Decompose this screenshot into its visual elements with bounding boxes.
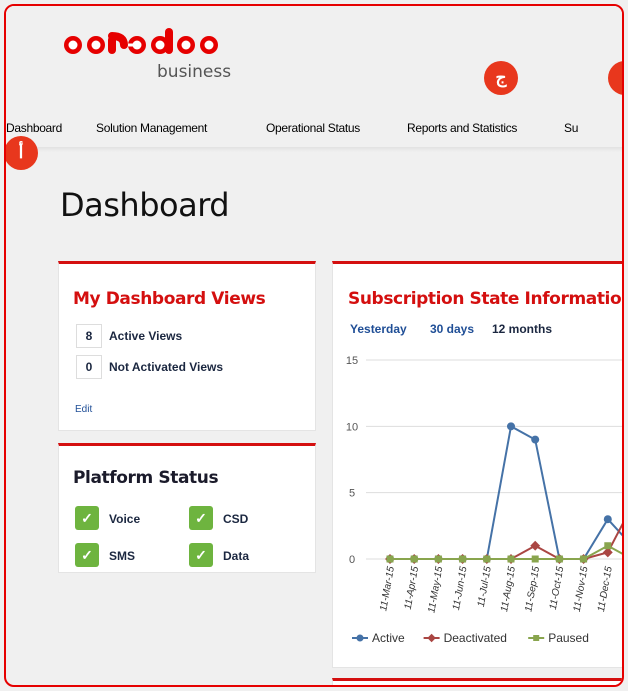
data-status-label: Data <box>223 549 250 563</box>
data-point <box>555 555 563 563</box>
data-point <box>507 555 515 563</box>
nav-solution-management[interactable]: Solution Management <box>96 121 207 135</box>
inactive-views-count: 0 <box>76 355 102 379</box>
data-point <box>410 555 418 563</box>
data-check-icon: ✓ <box>189 543 213 567</box>
subscription-chart-title: Subscription State Information <box>348 289 624 309</box>
data-point <box>434 555 442 563</box>
x-tick-label: 11-Jul-15 <box>476 565 494 608</box>
range-yesterday[interactable]: Yesterday <box>350 322 407 336</box>
data-point <box>531 435 540 444</box>
platform-status-panel: Platform Status ✓ Voice ✓ CSD ✓ SMS ✓ Da… <box>58 443 316 573</box>
sms-check-icon: ✓ <box>75 543 99 567</box>
x-tick-label: 11-Oct-15 <box>548 565 567 610</box>
voice-status-label: Voice <box>109 512 141 526</box>
nav-dashboard[interactable]: Dashboard <box>6 121 62 135</box>
x-tick-label: 11-Dec-15 <box>596 565 615 613</box>
x-tick-label: 11-Apr-15 <box>403 565 421 610</box>
subscription-line-chart: 0 5 10 15 11-Mar-15 11-Apr-15 11-May-15 11-Jun-… <box>346 355 624 645</box>
next-panel-edge <box>332 678 622 685</box>
header: business Dashboard Solution Management O… <box>6 6 622 152</box>
data-point <box>531 555 539 563</box>
callout-badge-partial <box>608 61 622 95</box>
edit-link[interactable]: Edit <box>75 404 92 415</box>
y-tick-label: 0 <box>349 554 355 566</box>
data-point <box>604 542 612 550</box>
x-tick-label: 11-Nov-15 <box>572 565 591 613</box>
range-30-days[interactable]: 30 days <box>430 322 474 336</box>
data-point <box>507 422 515 431</box>
voice-check-icon: ✓ <box>75 506 99 530</box>
ooredoo-logo[interactable]: business <box>55 28 235 82</box>
dashboard-views-title: My Dashboard Views <box>73 289 266 309</box>
legend-marker <box>427 633 436 643</box>
data-point <box>386 555 394 563</box>
series-line <box>390 522 622 560</box>
page-title: Dashboard <box>60 186 230 224</box>
csd-check-icon: ✓ <box>189 506 213 530</box>
data-point <box>459 555 467 563</box>
x-tick-label: 11-Jun-15 <box>451 565 470 611</box>
nav-reports-and-statistics[interactable]: Reports and Statistics <box>407 121 517 135</box>
data-point <box>483 555 491 563</box>
callout-badge-jim: ج <box>484 61 518 95</box>
series-line <box>390 544 622 560</box>
x-tick-label: 11-Jan-16 <box>620 565 624 611</box>
legend-marker <box>533 635 540 641</box>
data-point <box>603 515 612 524</box>
active-views-label[interactable]: Active Views <box>109 329 182 343</box>
data-point <box>530 540 541 551</box>
y-tick-label: 5 <box>349 488 355 500</box>
sms-status-label: SMS <box>109 549 136 563</box>
data-point <box>580 555 588 563</box>
y-tick-label: 15 <box>346 355 358 367</box>
range-12-months[interactable]: 12 months <box>492 322 552 336</box>
nav-support[interactable]: Su <box>564 121 578 135</box>
legend-label: Paused <box>548 631 589 645</box>
active-views-count: 8 <box>76 324 102 348</box>
x-tick-label: 11-May-15 <box>426 565 445 614</box>
callout-badge-alif: أ <box>6 136 38 170</box>
inactive-views-label[interactable]: Not Activated Views <box>109 360 223 374</box>
legend-label: Active <box>372 631 405 645</box>
nav-operational-status[interactable]: Operational Status <box>266 121 360 135</box>
dashboard-views-panel: My Dashboard Views 8 Active Views 0 Not … <box>58 261 316 431</box>
page-frame: business Dashboard Solution Management O… <box>4 4 624 687</box>
platform-status-title: Platform Status <box>73 468 219 488</box>
brand-sub: business <box>157 62 232 82</box>
y-tick-label: 10 <box>346 421 358 433</box>
legend-label: Deactivated <box>444 631 507 645</box>
x-tick-label: 11-Mar-15 <box>378 565 397 612</box>
csd-status-label: CSD <box>223 512 249 526</box>
nav-divider <box>6 147 622 152</box>
x-tick-label: 11-Aug-15 <box>499 565 518 613</box>
legend-marker <box>356 634 364 642</box>
x-tick-label: 11-Sep-15 <box>523 565 542 613</box>
